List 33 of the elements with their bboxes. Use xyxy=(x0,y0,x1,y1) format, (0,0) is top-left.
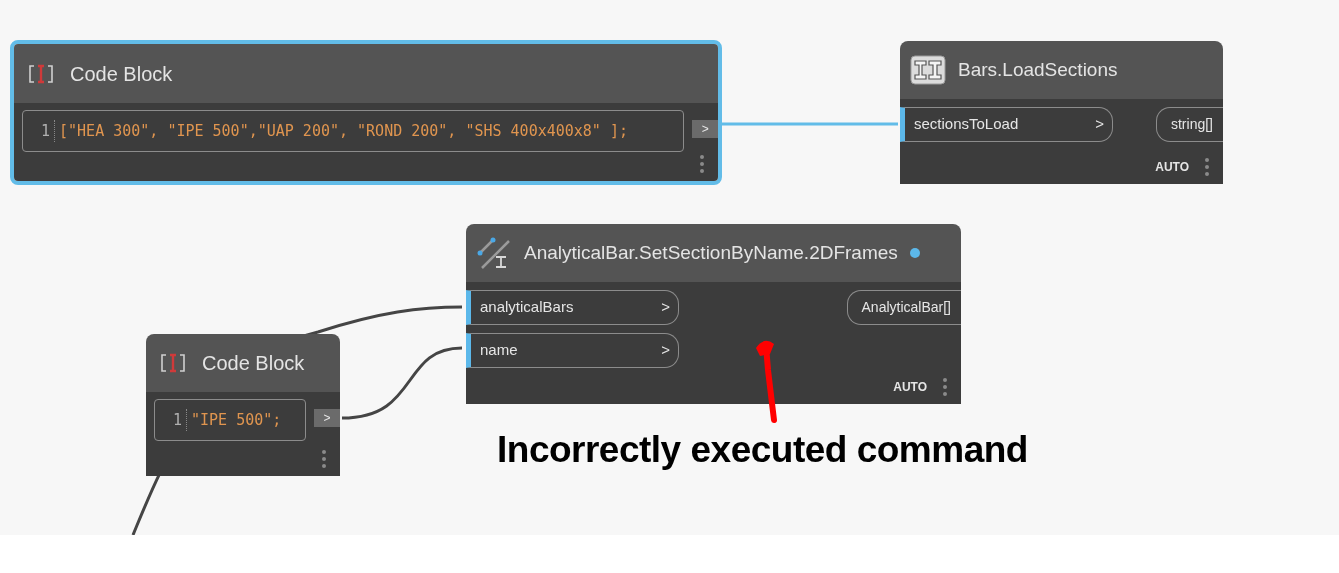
node-title: Bars.LoadSections xyxy=(958,57,1118,82)
bar-section-icon xyxy=(476,236,512,270)
function-node[interactable]: AnalyticalBar.SetSectionByName.2DFrames analyticalBars > name > AnalyticalBar[] AUTO xyxy=(466,224,961,404)
more-icon[interactable] xyxy=(700,155,704,173)
input-port[interactable]: sectionsToLoad > xyxy=(900,107,1113,142)
i-beam-icon xyxy=(910,55,946,85)
line-number: 1 xyxy=(41,119,56,143)
output-port[interactable]: > xyxy=(692,120,718,138)
code-line: "IPE 500"; xyxy=(191,409,282,431)
output-port[interactable]: AnalyticalBar[] xyxy=(846,290,961,325)
more-icon[interactable] xyxy=(1205,158,1209,176)
code-block-icon xyxy=(28,63,54,84)
input-port[interactable]: name > xyxy=(466,333,679,368)
code-line: ["HEA 300", "IPE 500","UAP 200", "ROND 200", "SHS 400x400x8" ]; xyxy=(59,120,628,142)
code-block-node[interactable]: Code Block 1 ["HEA 300", "IPE 500","UAP 200", "ROND 200", "SHS 400x400x8" ]; > xyxy=(10,40,722,185)
node-title: AnalyticalBar.SetSectionByName.2DFrames xyxy=(524,240,898,265)
code-block-node[interactable]: Code Block 1 "IPE 500"; > xyxy=(146,334,340,476)
code-block-icon xyxy=(160,353,186,373)
input-port[interactable]: analyticalBars > xyxy=(466,290,679,325)
code-editor[interactable]: 1 ["HEA 300", "IPE 500","UAP 200", "ROND 200", "SHS 400x400x8" ]; xyxy=(22,110,685,152)
annotation-text: Incorrectly executed command xyxy=(497,428,1028,472)
output-port[interactable]: > xyxy=(314,409,340,427)
node-title: Code Block xyxy=(202,351,305,376)
code-editor[interactable]: 1 "IPE 500"; xyxy=(154,399,306,441)
graph-canvas[interactable] xyxy=(0,0,1339,535)
more-icon[interactable] xyxy=(322,450,326,468)
lacing-label[interactable]: AUTO xyxy=(1155,158,1189,176)
function-node[interactable]: Bars.LoadSections sectionsToLoad > string[] AUTO xyxy=(900,41,1223,184)
lacing-label[interactable]: AUTO xyxy=(893,378,927,396)
line-number: 1 xyxy=(173,408,188,432)
more-icon[interactable] xyxy=(943,378,947,396)
output-port[interactable]: string[] xyxy=(1156,107,1223,142)
node-title: Code Block xyxy=(70,61,173,87)
